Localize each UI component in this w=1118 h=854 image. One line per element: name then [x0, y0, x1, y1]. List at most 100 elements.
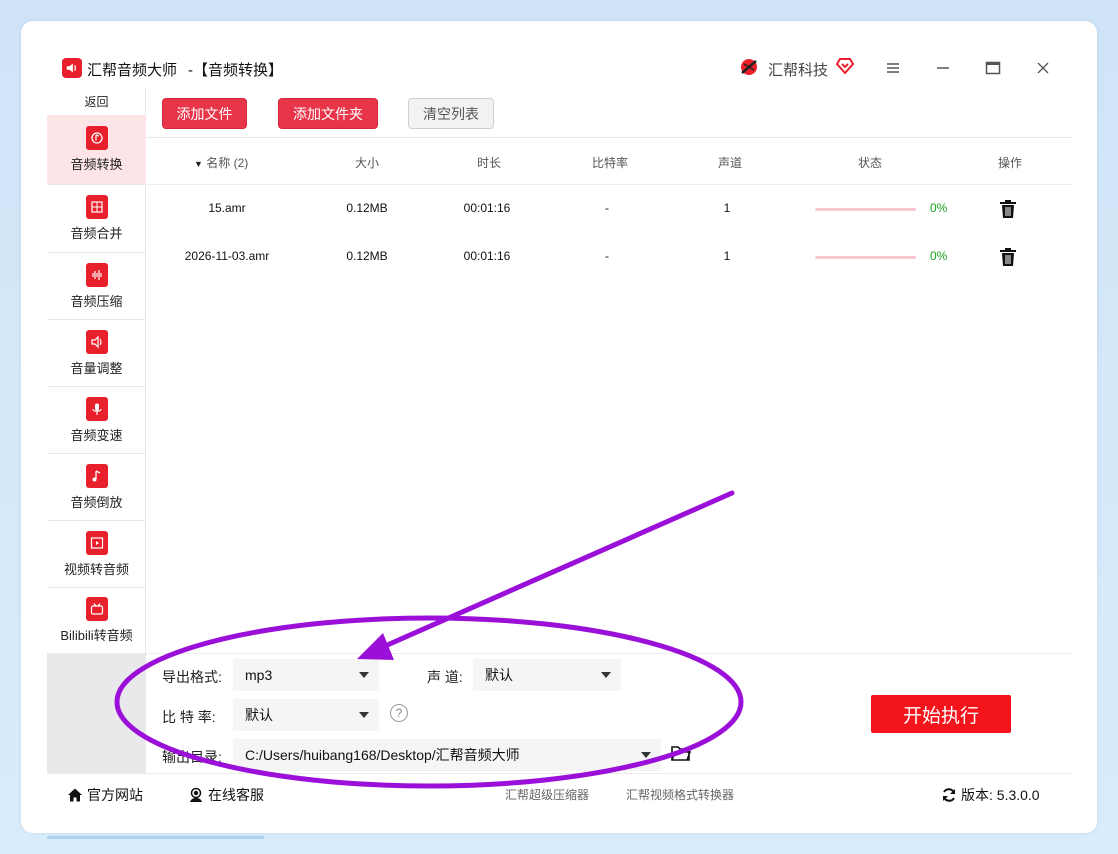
folder-open-icon[interactable] — [671, 744, 691, 762]
column-header-name: 名称 (2) — [206, 156, 249, 170]
official-website-label: 官方网站 — [87, 787, 143, 803]
add-folder-button[interactable]: 添加文件夹 — [278, 98, 378, 129]
close-icon — [1037, 62, 1049, 74]
sidebar-item-label: 音频转换 — [70, 157, 123, 172]
tv-icon — [85, 597, 108, 621]
cell-name: 2026-11-03.amr — [184, 249, 270, 263]
sidebar: 返回 音频转换 音频合并 音频压缩 音量调整 音频变速 音频倒放 视频转音频 B… — [47, 88, 146, 653]
sidebar-item-label: 音频合并 — [70, 226, 123, 241]
online-support-link[interactable]: 在线客服 — [188, 785, 264, 805]
sidebar-item-label: 音频变速 — [70, 427, 123, 443]
online-support-label: 在线客服 — [208, 787, 264, 803]
app-window: 汇帮音频大师 -【音频转换】 汇帮科技 返回 音频转换 音频合并 音频压缩 音量… — [47, 46, 1072, 810]
volume-icon — [85, 329, 108, 354]
format-label: 导出格式: — [162, 669, 222, 685]
start-button[interactable]: 开始执行 — [871, 695, 1011, 733]
progress-bar — [815, 256, 916, 259]
help-icon[interactable]: ? — [390, 704, 408, 722]
channel-select[interactable]: 默认 — [473, 659, 621, 691]
sidebar-item-audio-compress[interactable]: 音频压缩 — [47, 253, 146, 320]
version-label: 版本: 5.3.0.0 — [961, 787, 1040, 803]
home-icon — [68, 788, 82, 802]
channel-value: 默认 — [485, 667, 513, 683]
column-header-bitrate: 比特率 — [591, 156, 628, 170]
sidebar-item-video-to-audio[interactable]: 视频转音频 — [47, 521, 146, 588]
cell-bitrate: - — [605, 201, 609, 215]
hamburger-icon — [887, 63, 899, 73]
table-row[interactable]: 15.amr 0.12MB 00:01:16 - 1 0% — [147, 185, 1072, 233]
column-header-action: 操作 — [997, 156, 1022, 170]
sidebar-item-bilibili[interactable]: Bilibili转音频 — [47, 588, 146, 653]
cell-name: 15.amr — [208, 201, 246, 215]
decorative-line — [47, 836, 264, 839]
audio-merge-icon — [85, 195, 108, 219]
cell-duration: 00:01:16 — [463, 201, 511, 215]
trash-icon[interactable] — [999, 199, 1017, 219]
minimize-button[interactable] — [928, 54, 958, 82]
app-subtitle: -【音频转换】 — [188, 62, 283, 79]
sidebar-item-label: Bilibili转音频 — [60, 628, 133, 643]
sidebar-item-audio-convert[interactable]: 音频转换 — [47, 115, 146, 185]
official-website-link[interactable]: 官方网站 — [67, 785, 143, 805]
cell-duration: 00:01:16 — [463, 249, 511, 263]
maximize-button[interactable] — [978, 54, 1008, 82]
output-dir-label: 输出目录: — [162, 749, 222, 765]
minimize-icon — [937, 67, 949, 69]
trash-icon[interactable] — [999, 247, 1017, 267]
music-note-icon — [85, 463, 108, 488]
toolbar: 添加文件 添加文件夹 清空列表 — [147, 88, 1072, 138]
brand-logo-icon — [741, 59, 757, 75]
version-info[interactable]: 版本: 5.3.0.0 — [941, 785, 1040, 805]
column-header-size: 大小 — [354, 156, 379, 170]
sidebar-item-volume[interactable]: 音量调整 — [47, 320, 146, 387]
chevron-down-icon — [359, 672, 369, 678]
table-row[interactable]: 2026-11-03.amr 0.12MB 00:01:16 - 1 0% — [147, 233, 1072, 281]
column-header-status: 状态 — [857, 156, 882, 170]
sort-desc-icon: ▼ — [194, 159, 203, 169]
back-link[interactable]: 返回 — [47, 93, 146, 110]
chevron-down-icon — [359, 712, 369, 718]
output-dir-value: C:/Users/huibang168/Desktop/汇帮音频大师 — [245, 747, 520, 763]
sort-column-name[interactable]: ▼ 名称 (2) — [194, 154, 248, 171]
app-title: 汇帮音频大师 — [87, 62, 178, 79]
bitrate-value: 默认 — [245, 707, 273, 723]
output-dir-select[interactable]: C:/Users/huibang168/Desktop/汇帮音频大师 — [233, 739, 661, 771]
column-header-channels: 声道 — [717, 156, 742, 170]
sidebar-item-speed[interactable]: 音频变速 — [47, 387, 146, 454]
cell-size: 0.12MB — [346, 201, 388, 215]
clear-list-button[interactable]: 清空列表 — [408, 98, 494, 129]
format-value: mp3 — [245, 667, 273, 683]
mic-icon — [85, 396, 108, 421]
sidebar-item-reverse[interactable]: 音频倒放 — [47, 454, 146, 521]
video-converter-link[interactable]: 汇帮视频格式转换器 — [626, 786, 734, 803]
progress-percent: 0% — [930, 249, 948, 263]
progress-bar — [815, 208, 916, 211]
app-logo-icon — [62, 58, 82, 78]
menu-button[interactable] — [878, 54, 908, 82]
film-icon — [85, 530, 108, 555]
cell-channels: 1 — [723, 201, 731, 215]
add-file-button[interactable]: 添加文件 — [162, 98, 247, 129]
column-header-duration: 时长 — [476, 156, 501, 170]
sidebar-item-audio-merge[interactable]: 音频合并 — [47, 185, 146, 253]
audio-convert-icon — [85, 126, 108, 150]
sidebar-item-label: 音频压缩 — [70, 293, 123, 309]
sidebar-item-label: 音频倒放 — [70, 494, 123, 510]
progress-percent: 0% — [930, 201, 948, 215]
cell-channels: 1 — [723, 249, 731, 263]
sidebar-item-label: 视频转音频 — [63, 561, 129, 577]
refresh-icon — [943, 788, 955, 802]
headset-icon — [190, 787, 202, 802]
title-bar: 汇帮音频大师 -【音频转换】 汇帮科技 — [47, 46, 1072, 88]
brand-name[interactable]: 汇帮科技 — [768, 59, 828, 80]
bitrate-select[interactable]: 默认 — [233, 699, 379, 731]
close-button[interactable] — [1028, 54, 1058, 82]
cell-size: 0.12MB — [346, 249, 388, 263]
format-select[interactable]: mp3 — [233, 659, 379, 691]
chevron-down-icon — [641, 752, 651, 758]
compressor-link[interactable]: 汇帮超级压缩器 — [505, 786, 589, 803]
channel-label: 声 道: — [427, 669, 463, 685]
bitrate-label: 比 特 率: — [162, 709, 216, 725]
maximize-icon — [985, 61, 1001, 75]
vip-heart-icon[interactable] — [835, 56, 855, 76]
